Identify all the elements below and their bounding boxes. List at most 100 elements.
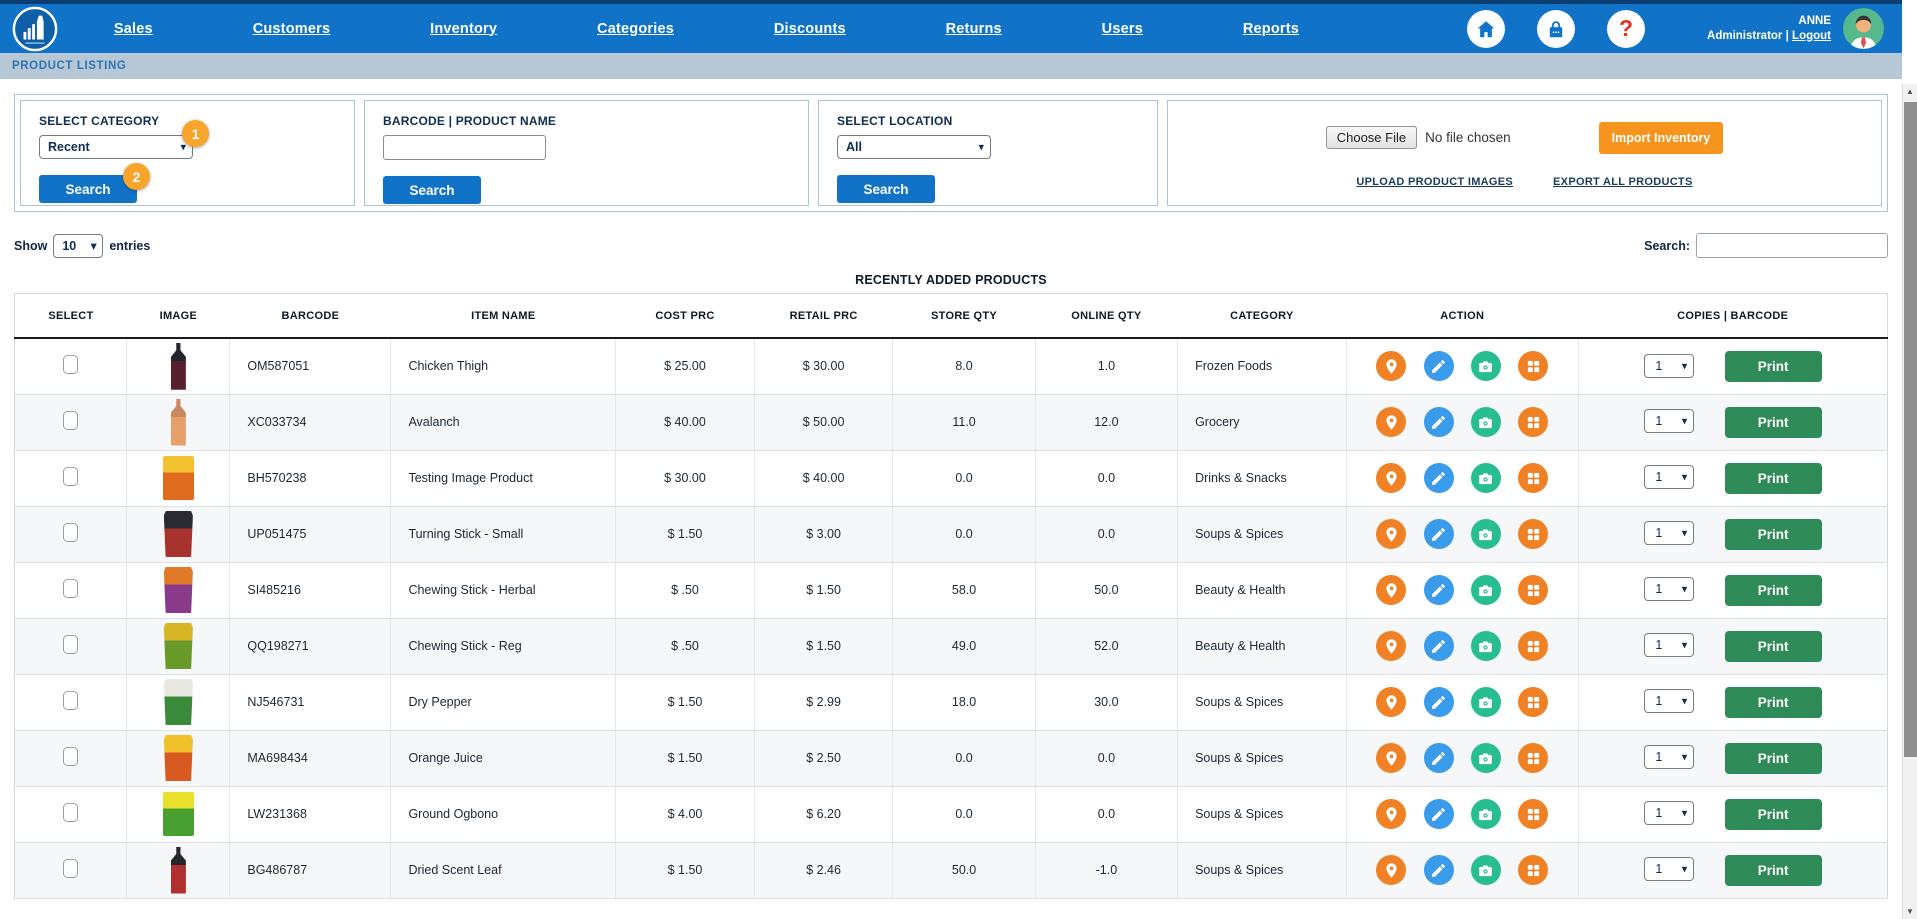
home-icon[interactable] [1467, 9, 1505, 48]
copies-select[interactable]: 1 [1645, 634, 1694, 657]
camera-icon[interactable] [1470, 463, 1501, 493]
print-button[interactable]: Print [1724, 574, 1822, 606]
location-pin-icon[interactable] [1376, 519, 1407, 549]
print-button[interactable]: Print [1724, 686, 1822, 718]
choose-file-button[interactable]: Choose File [1325, 126, 1418, 149]
barcode-product-input[interactable] [383, 135, 546, 160]
edit-pencil-icon[interactable] [1423, 855, 1454, 885]
export-all-products-link[interactable]: EXPORT ALL PRODUCTS [1553, 176, 1693, 188]
nav-item-categories[interactable]: Categories [597, 21, 674, 37]
row-checkbox[interactable] [63, 747, 79, 766]
location-pin-icon[interactable] [1376, 463, 1407, 493]
nav-item-users[interactable]: Users [1102, 21, 1143, 37]
copies-select[interactable]: 1 [1645, 858, 1694, 881]
copies-select[interactable]: 1 [1645, 354, 1694, 377]
upload-product-images-link[interactable]: UPLOAD PRODUCT IMAGES [1356, 176, 1513, 188]
row-checkbox[interactable] [63, 803, 79, 822]
barcode-grid-icon[interactable] [1518, 743, 1549, 773]
edit-pencil-icon[interactable] [1423, 463, 1454, 493]
print-button[interactable]: Print [1724, 462, 1822, 494]
print-button[interactable]: Print [1724, 854, 1822, 886]
location-pin-icon[interactable] [1376, 407, 1407, 437]
page-size-select[interactable]: 10 [54, 234, 103, 257]
barcode-cell: MA698434 [229, 730, 392, 787]
row-checkbox[interactable] [63, 859, 79, 878]
barcode-grid-icon[interactable] [1518, 799, 1549, 829]
vertical-scrollbar[interactable]: ▲ ▼ [1902, 84, 1917, 919]
print-button[interactable]: Print [1724, 406, 1822, 438]
copies-select[interactable]: 1 [1645, 802, 1694, 825]
camera-icon[interactable] [1470, 351, 1501, 382]
scroll-up-icon[interactable]: ▲ [1903, 87, 1917, 96]
copies-select[interactable]: 1 [1645, 578, 1694, 601]
scroll-down-icon[interactable]: ▼ [1903, 907, 1917, 916]
location-pin-icon[interactable] [1376, 799, 1407, 829]
help-icon[interactable]: ? [1607, 9, 1645, 48]
avatar[interactable] [1843, 8, 1884, 49]
copies-select[interactable]: 1 [1645, 522, 1694, 545]
copies-select[interactable]: 1 [1645, 466, 1694, 489]
barcode-search-button[interactable]: Search [383, 176, 481, 204]
barcode-grid-icon[interactable] [1518, 575, 1549, 605]
print-button[interactable]: Print [1724, 350, 1822, 382]
location-pin-icon[interactable] [1376, 631, 1407, 661]
camera-icon[interactable] [1470, 575, 1501, 605]
copies-select[interactable]: 1 [1645, 746, 1694, 769]
camera-icon[interactable] [1470, 855, 1501, 885]
row-checkbox[interactable] [63, 635, 79, 654]
camera-icon[interactable] [1470, 631, 1501, 661]
edit-pencil-icon[interactable] [1423, 687, 1454, 717]
row-checkbox[interactable] [63, 523, 79, 542]
nav-item-customers[interactable]: Customers [253, 21, 331, 37]
edit-pencil-icon[interactable] [1423, 799, 1454, 829]
nav-item-returns[interactable]: Returns [946, 21, 1002, 37]
barcode-grid-icon[interactable] [1518, 631, 1549, 661]
nav-item-sales[interactable]: Sales [114, 21, 153, 37]
row-checkbox[interactable] [63, 579, 79, 598]
category-select[interactable]: Recent [40, 136, 192, 158]
location-pin-icon[interactable] [1376, 687, 1407, 717]
import-inventory-button[interactable]: Import Inventory [1598, 121, 1724, 154]
edit-pencil-icon[interactable] [1423, 743, 1454, 773]
barcode-grid-icon[interactable] [1518, 407, 1549, 437]
lock-icon[interactable] [1537, 9, 1575, 48]
table-search-input[interactable] [1696, 233, 1888, 258]
nav-item-discounts[interactable]: Discounts [774, 21, 846, 37]
copies-select[interactable]: 1 [1645, 410, 1694, 433]
barcode-grid-icon[interactable] [1518, 519, 1549, 549]
row-checkbox[interactable] [63, 411, 79, 430]
camera-icon[interactable] [1470, 519, 1501, 549]
location-select[interactable]: All [838, 136, 990, 158]
row-checkbox[interactable] [63, 355, 79, 375]
nav-item-reports[interactable]: Reports [1243, 21, 1299, 37]
barcode-grid-icon[interactable] [1518, 687, 1549, 717]
print-button[interactable]: Print [1724, 742, 1822, 774]
edit-pencil-icon[interactable] [1423, 519, 1454, 549]
logout-link[interactable]: Logout [1792, 30, 1831, 42]
location-pin-icon[interactable] [1376, 575, 1407, 605]
nav-item-inventory[interactable]: Inventory [430, 21, 497, 37]
barcode-grid-icon[interactable] [1518, 351, 1549, 382]
barcode-grid-icon[interactable] [1518, 463, 1549, 493]
print-button[interactable]: Print [1724, 798, 1822, 830]
location-pin-icon[interactable] [1376, 743, 1407, 773]
print-button[interactable]: Print [1724, 630, 1822, 662]
scrollbar-thumb[interactable] [1904, 102, 1917, 757]
location-search-button[interactable]: Search [837, 175, 935, 203]
edit-pencil-icon[interactable] [1423, 351, 1454, 382]
edit-pencil-icon[interactable] [1423, 407, 1454, 437]
app-logo-icon[interactable] [12, 6, 58, 52]
barcode-grid-icon[interactable] [1518, 855, 1549, 885]
print-button[interactable]: Print [1724, 518, 1822, 550]
camera-icon[interactable] [1470, 687, 1501, 717]
location-pin-icon[interactable] [1376, 855, 1407, 885]
edit-pencil-icon[interactable] [1423, 631, 1454, 661]
row-checkbox[interactable] [63, 467, 79, 486]
location-pin-icon[interactable] [1376, 351, 1407, 382]
camera-icon[interactable] [1470, 743, 1501, 773]
copies-select[interactable]: 1 [1645, 690, 1694, 713]
row-checkbox[interactable] [63, 691, 79, 710]
camera-icon[interactable] [1470, 407, 1501, 437]
edit-pencil-icon[interactable] [1423, 575, 1454, 605]
camera-icon[interactable] [1470, 799, 1501, 829]
